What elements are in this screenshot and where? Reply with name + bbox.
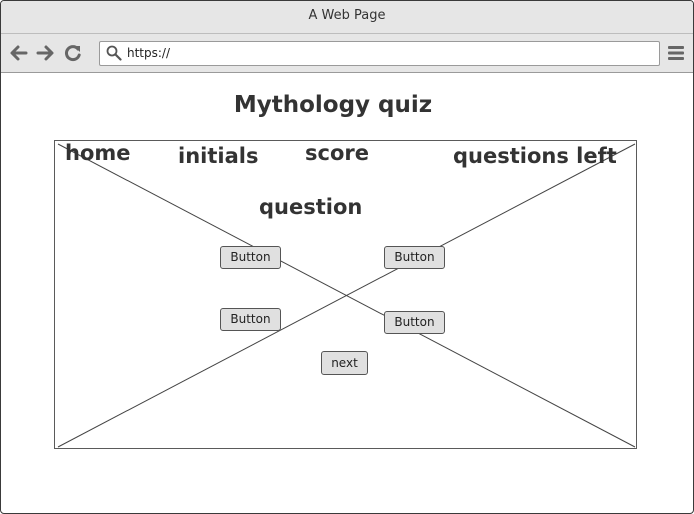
reload-icon[interactable] — [63, 43, 83, 63]
answer-button-3[interactable]: Button — [220, 308, 281, 331]
next-button[interactable]: next — [321, 351, 368, 375]
browser-toolbar: https:// — [1, 34, 693, 73]
page-title: Mythology quiz — [233, 92, 433, 118]
home-link[interactable]: home — [65, 141, 131, 165]
forward-arrow-icon[interactable] — [35, 43, 55, 63]
placeholder-cross-icon — [57, 143, 636, 448]
question-text: question — [259, 195, 363, 219]
search-icon — [106, 45, 122, 61]
answer-button-2[interactable]: Button — [384, 246, 445, 269]
initials-label: initials — [178, 144, 259, 168]
browser-window: A Web Page https:// Mythology quiz home … — [0, 0, 694, 514]
questions-left-label: questions left — [453, 144, 617, 168]
hamburger-menu-icon[interactable] — [667, 44, 685, 62]
url-text: https:// — [127, 46, 171, 60]
answer-button-1[interactable]: Button — [220, 246, 281, 269]
answer-button-4[interactable]: Button — [384, 311, 445, 334]
address-bar[interactable]: https:// — [99, 41, 660, 66]
window-titlebar: A Web Page — [1, 1, 693, 34]
content-placeholder-frame — [54, 140, 637, 449]
back-arrow-icon[interactable] — [9, 43, 29, 63]
window-title: A Web Page — [308, 8, 386, 23]
score-label: score — [305, 141, 369, 165]
